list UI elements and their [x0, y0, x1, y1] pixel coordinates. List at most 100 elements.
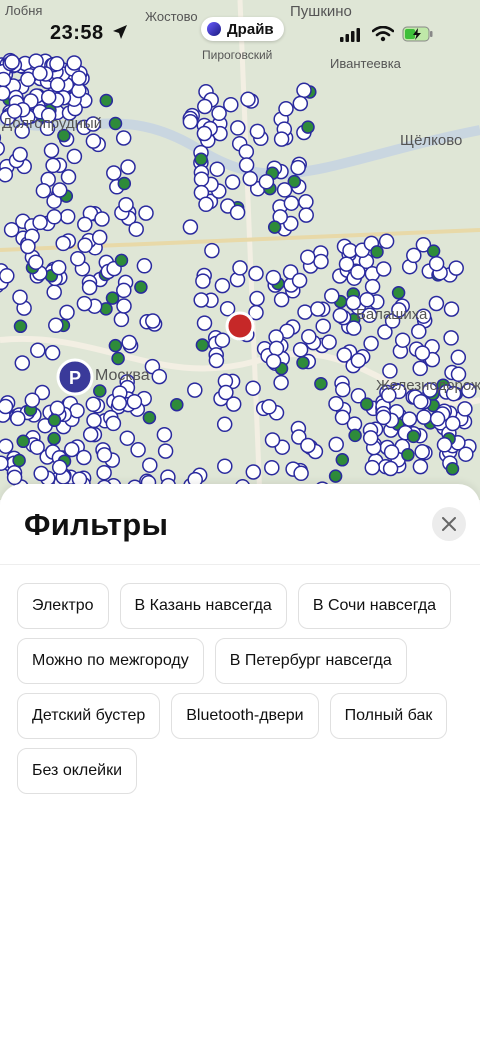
car-marker[interactable]: [315, 318, 331, 334]
car-marker[interactable]: [428, 295, 445, 312]
car-marker[interactable]: [412, 360, 428, 377]
car-marker[interactable]: [106, 165, 122, 181]
car-marker[interactable]: [383, 444, 400, 460]
electro-car-marker[interactable]: [348, 428, 362, 443]
car-marker[interactable]: [142, 457, 158, 473]
car-marker[interactable]: [66, 55, 82, 71]
car-marker[interactable]: [416, 409, 432, 425]
car-marker[interactable]: [81, 279, 98, 296]
car-marker[interactable]: [375, 409, 392, 426]
filter-chip[interactable]: В Петербург навсегда: [214, 638, 407, 684]
car-marker[interactable]: [414, 444, 430, 460]
car-marker[interactable]: [276, 182, 293, 198]
car-marker[interactable]: [85, 396, 102, 413]
electro-car-marker[interactable]: [108, 116, 123, 131]
electro-car-marker[interactable]: [301, 120, 315, 134]
car-marker[interactable]: [44, 345, 61, 361]
car-marker[interactable]: [363, 335, 379, 352]
car-marker[interactable]: [214, 332, 231, 348]
car-marker[interactable]: [324, 288, 340, 304]
car-marker[interactable]: [76, 295, 93, 312]
car-marker[interactable]: [298, 194, 314, 210]
car-marker[interactable]: [70, 250, 86, 267]
car-marker[interactable]: [298, 207, 314, 223]
car-marker[interactable]: [86, 412, 102, 429]
car-marker[interactable]: [121, 334, 137, 351]
car-marker[interactable]: [40, 89, 57, 105]
car-marker[interactable]: [346, 320, 362, 336]
car-marker[interactable]: [157, 443, 174, 459]
car-marker[interactable]: [230, 120, 246, 136]
electro-car-marker[interactable]: [445, 462, 460, 476]
electro-car-marker[interactable]: [401, 448, 415, 462]
car-marker[interactable]: [128, 221, 144, 237]
car-marker[interactable]: [245, 464, 262, 480]
car-marker[interactable]: [116, 298, 132, 314]
car-marker[interactable]: [0, 141, 5, 156]
electro-car-marker[interactable]: [16, 434, 30, 449]
electro-car-marker[interactable]: [134, 280, 148, 294]
car-marker[interactable]: [77, 216, 93, 233]
electro-car-marker[interactable]: [117, 176, 132, 191]
car-marker[interactable]: [238, 157, 255, 173]
car-marker[interactable]: [443, 301, 460, 317]
car-marker[interactable]: [332, 307, 349, 324]
car-marker[interactable]: [291, 272, 308, 289]
electro-car-marker[interactable]: [360, 397, 374, 411]
car-marker[interactable]: [115, 130, 132, 146]
map-canvas[interactable]: P: [0, 0, 480, 500]
car-marker[interactable]: [20, 238, 36, 255]
car-marker[interactable]: [91, 229, 108, 246]
car-marker[interactable]: [156, 426, 173, 443]
car-marker[interactable]: [55, 235, 71, 252]
car-marker[interactable]: [76, 449, 92, 466]
electro-car-marker[interactable]: [426, 244, 441, 258]
car-marker[interactable]: [292, 95, 309, 112]
car-marker[interactable]: [334, 409, 351, 426]
car-marker[interactable]: [428, 255, 445, 272]
car-marker[interactable]: [50, 259, 67, 276]
electro-car-marker[interactable]: [296, 355, 310, 370]
car-marker[interactable]: [0, 166, 14, 183]
car-marker[interactable]: [238, 143, 255, 160]
car-marker[interactable]: [296, 82, 312, 99]
car-marker[interactable]: [364, 459, 381, 476]
app-badge[interactable]: Драйв: [201, 17, 284, 41]
car-marker[interactable]: [445, 415, 461, 432]
electro-car-marker[interactable]: [335, 453, 350, 467]
filter-chip[interactable]: Bluetooth-двери: [171, 693, 319, 739]
car-marker[interactable]: [375, 261, 392, 277]
car-marker[interactable]: [0, 268, 15, 284]
car-marker[interactable]: [350, 352, 367, 369]
car-marker[interactable]: [209, 161, 225, 177]
car-marker[interactable]: [111, 395, 128, 411]
car-marker[interactable]: [300, 249, 316, 265]
car-marker[interactable]: [300, 437, 316, 454]
electro-car-marker[interactable]: [314, 376, 328, 391]
car-marker[interactable]: [82, 426, 99, 443]
car-marker[interactable]: [413, 393, 429, 410]
car-marker[interactable]: [328, 395, 344, 412]
electro-car-marker[interactable]: [93, 384, 107, 398]
car-marker[interactable]: [59, 208, 76, 225]
car-marker[interactable]: [29, 439, 45, 455]
car-marker[interactable]: [264, 432, 281, 448]
car-marker[interactable]: [273, 374, 289, 391]
car-marker[interactable]: [94, 211, 110, 227]
electro-car-marker[interactable]: [12, 453, 26, 468]
car-marker[interactable]: [242, 170, 258, 187]
car-marker[interactable]: [4, 54, 20, 70]
car-marker[interactable]: [273, 131, 290, 147]
filter-chip[interactable]: Можно по межгороду: [17, 638, 204, 684]
electro-car-marker[interactable]: [406, 429, 421, 444]
car-marker[interactable]: [204, 242, 220, 259]
car-marker[interactable]: [3, 221, 20, 238]
car-marker[interactable]: [292, 341, 309, 358]
car-marker[interactable]: [429, 411, 446, 427]
car-marker[interactable]: [195, 273, 211, 289]
car-marker[interactable]: [301, 328, 317, 345]
car-marker[interactable]: [32, 214, 48, 231]
car-marker[interactable]: [264, 459, 280, 476]
car-marker[interactable]: [130, 442, 146, 458]
car-marker[interactable]: [414, 345, 431, 361]
